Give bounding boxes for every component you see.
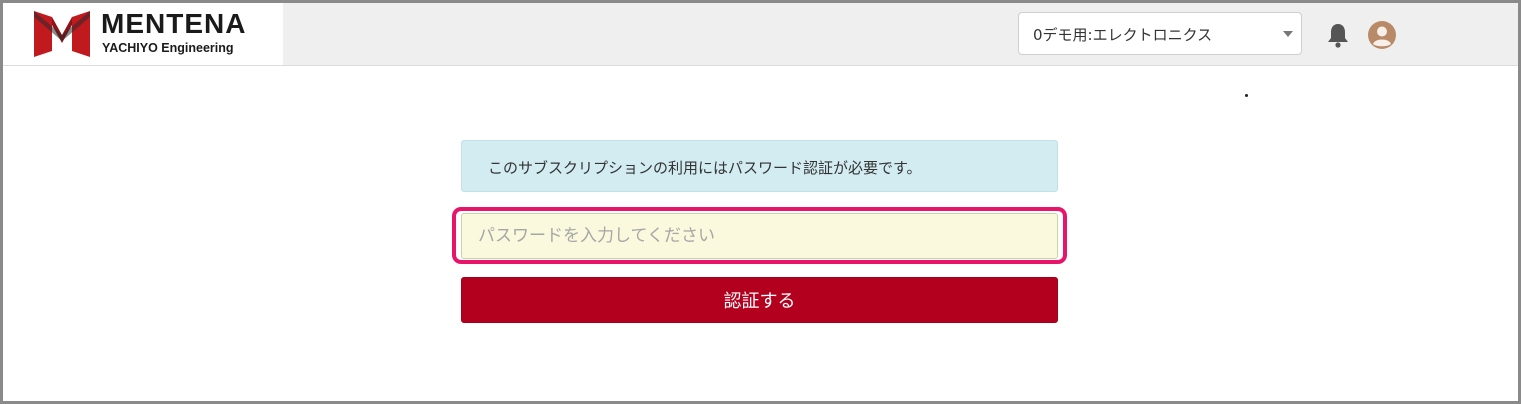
user-avatar-icon[interactable] — [1367, 20, 1397, 50]
stray-dot — [1245, 94, 1248, 97]
organization-select[interactable]: 0デモ用:エレクトロニクス — [1018, 12, 1302, 55]
brand-logo[interactable]: MENTENA YACHIYO Engineering — [3, 3, 283, 65]
bell-icon[interactable] — [1325, 22, 1351, 48]
password-input[interactable] — [461, 213, 1058, 259]
logo-title: MENTENA — [101, 8, 247, 39]
logo-subtitle: YACHIYO Engineering — [102, 41, 234, 55]
mentena-logo-icon — [34, 11, 90, 57]
authenticate-button[interactable]: 認証する — [461, 277, 1058, 323]
caret-down-icon — [1283, 31, 1293, 37]
info-alert: このサブスクリプションの利用にはパスワード認証が必要です。 — [461, 140, 1058, 192]
app-window: MENTENA YACHIYO Engineering 0デモ用:エレクトロニク… — [0, 0, 1521, 404]
top-navbar: MENTENA YACHIYO Engineering 0デモ用:エレクトロニク… — [3, 3, 1518, 66]
organization-select-value: 0デモ用:エレクトロニクス — [1033, 26, 1213, 44]
alert-message: このサブスクリプションの利用にはパスワード認証が必要です。 — [488, 159, 922, 177]
